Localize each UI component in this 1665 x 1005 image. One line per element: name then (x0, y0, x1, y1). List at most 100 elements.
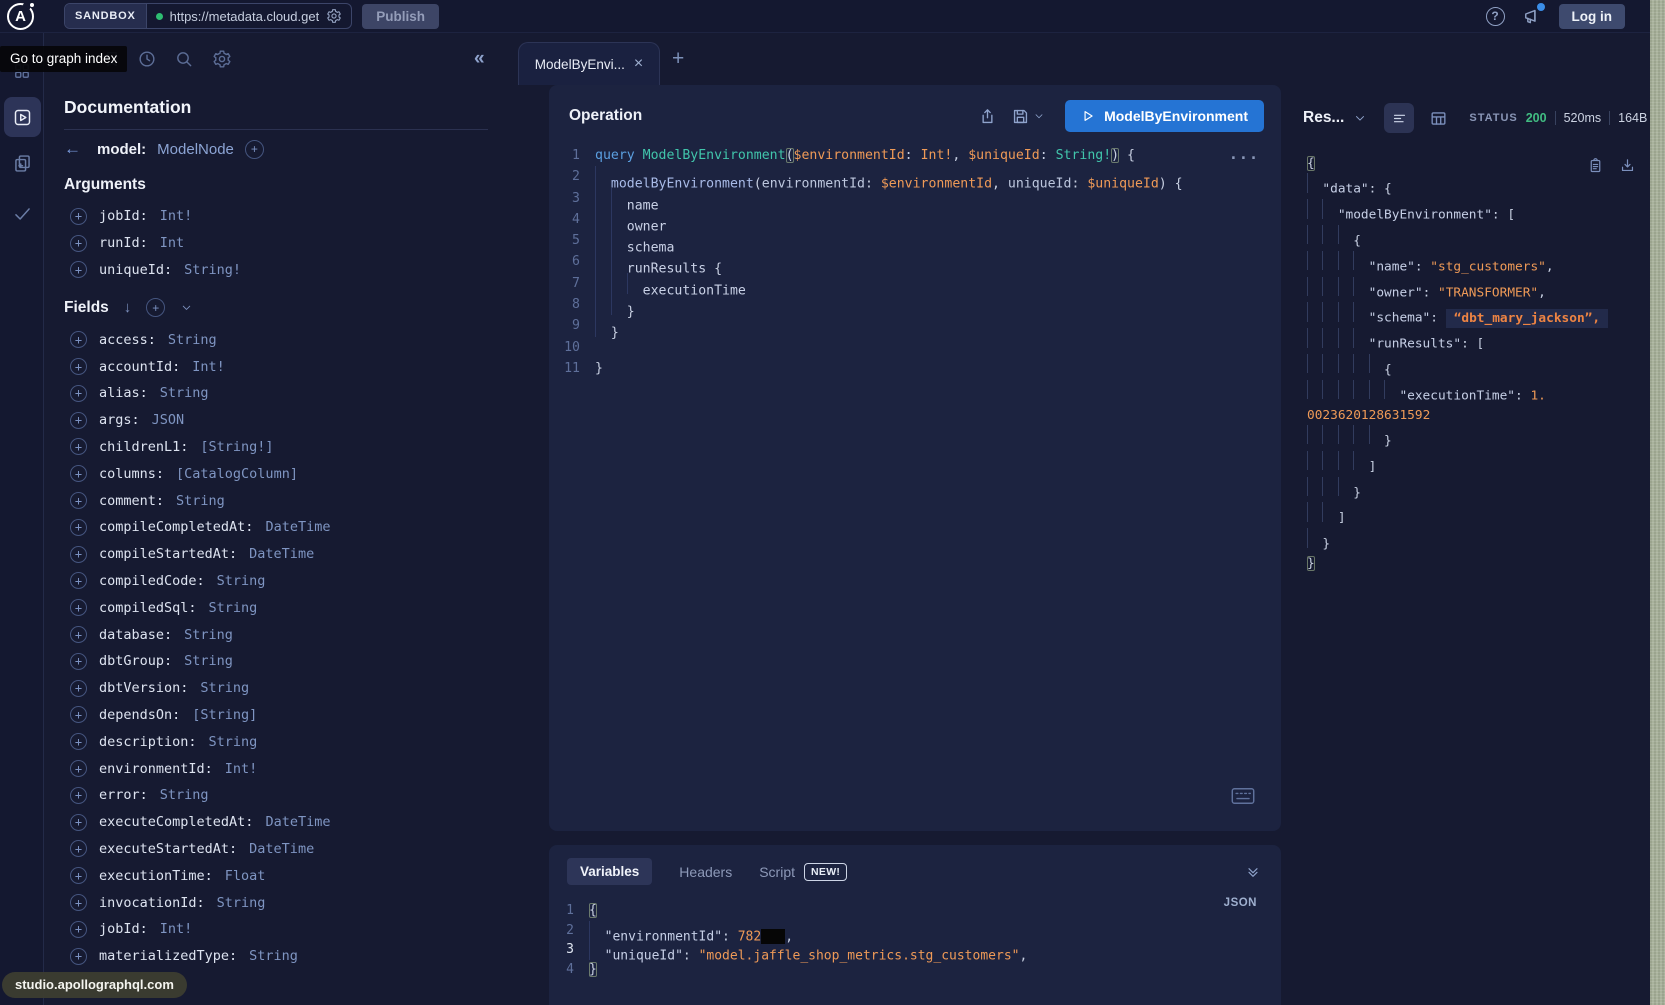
field-type[interactable]: String (217, 895, 266, 911)
field-name[interactable]: dbtGroup: (99, 653, 172, 669)
field-type[interactable]: String (184, 653, 233, 669)
field-type[interactable]: [String] (192, 707, 257, 723)
field-type[interactable]: DateTime (249, 546, 314, 562)
sort-down-icon[interactable]: ↓ (124, 299, 132, 316)
collapse-panel-icon[interactable]: « (474, 48, 485, 70)
field-type[interactable]: Int! (192, 359, 225, 375)
share-icon[interactable] (978, 107, 997, 126)
add-field-button[interactable]: + (70, 492, 87, 509)
tab-close-icon[interactable]: × (634, 55, 643, 73)
field-type[interactable]: [String!] (200, 439, 273, 455)
field-type[interactable]: String (209, 600, 258, 616)
field-name[interactable]: executionTime: (99, 868, 213, 884)
field-name[interactable]: executeStartedAt: (99, 841, 237, 857)
add-field-button[interactable]: + (70, 599, 87, 616)
add-field-button[interactable]: + (70, 680, 87, 697)
field-name[interactable]: jobId: (99, 208, 148, 224)
add-field-button[interactable]: + (70, 733, 87, 750)
history-clock-icon[interactable] (137, 49, 157, 69)
variables-editor[interactable]: 1{2"environmentId": 782,3"uniqueId": "mo… (549, 901, 1281, 979)
field-type[interactable]: Int (160, 235, 184, 251)
add-field-button[interactable]: + (70, 438, 87, 455)
tab-script-group[interactable]: Script NEW! (759, 863, 847, 881)
field-name[interactable]: executeCompletedAt: (99, 814, 253, 830)
field-name[interactable]: compileCompletedAt: (99, 519, 253, 535)
run-operation-button[interactable]: ModelByEnvironment (1065, 100, 1264, 132)
settings-gear-icon[interactable] (212, 49, 232, 69)
add-field-button[interactable]: + (70, 358, 87, 375)
login-button[interactable]: Log in (1559, 4, 1626, 29)
add-field-button[interactable]: + (70, 921, 87, 938)
field-type[interactable]: DateTime (265, 519, 330, 535)
tab-modelbyenvironment[interactable]: ModelByEnvi... × (518, 42, 660, 85)
kebab-menu-icon[interactable]: ··· (1229, 149, 1259, 167)
add-field-button[interactable]: + (70, 208, 87, 225)
tab-headers[interactable]: Headers (679, 864, 732, 880)
endpoint-settings-gear-icon[interactable] (326, 8, 342, 24)
field-type[interactable]: String (176, 493, 225, 509)
field-type[interactable]: String (184, 627, 233, 643)
add-field-button[interactable]: + (70, 412, 87, 429)
field-type[interactable]: String (200, 680, 249, 696)
field-name[interactable]: error: (99, 787, 148, 803)
field-name[interactable]: access: (99, 332, 156, 348)
field-type[interactable]: [CatalogColumn] (176, 466, 298, 482)
add-field-button[interactable]: + (70, 572, 87, 589)
announcements-megaphone-icon[interactable] (1522, 6, 1542, 26)
tab-variables[interactable]: Variables (567, 858, 652, 885)
field-type[interactable]: Int! (160, 921, 193, 937)
add-field-button[interactable]: + (70, 840, 87, 857)
chevron-down-icon[interactable] (180, 301, 193, 314)
add-field-button[interactable]: + (70, 706, 87, 723)
format-table-view-icon[interactable] (1429, 109, 1448, 128)
response-title[interactable]: Res... (1303, 109, 1344, 127)
endpoint-url[interactable]: https://metadata.cloud.get (170, 9, 320, 24)
sidebar-item-schema[interactable] (12, 153, 33, 174)
field-type[interactable]: String (209, 734, 258, 750)
collapse-bottom-panel-icon[interactable] (1245, 864, 1261, 880)
publish-button[interactable]: Publish (362, 4, 439, 29)
field-type[interactable]: String (217, 573, 266, 589)
sidebar-item-explorer[interactable] (4, 97, 41, 137)
back-arrow-icon[interactable]: ← (64, 139, 86, 159)
add-field-button[interactable]: + (70, 546, 87, 563)
add-field-button[interactable]: + (70, 787, 87, 804)
add-field-button[interactable]: + (70, 331, 87, 348)
endpoint-input[interactable]: https://metadata.cloud.get (147, 4, 352, 28)
field-name[interactable]: database: (99, 627, 172, 643)
add-field-button[interactable]: + (70, 519, 87, 536)
add-field-button[interactable]: + (70, 235, 87, 252)
add-field-button[interactable]: + (70, 465, 87, 482)
field-type[interactable]: DateTime (265, 814, 330, 830)
field-name[interactable]: alias: (99, 385, 148, 401)
add-field-button[interactable]: + (70, 385, 87, 402)
new-tab-button[interactable]: + (672, 47, 684, 71)
field-name[interactable]: description: (99, 734, 197, 750)
download-icon[interactable] (1619, 157, 1636, 174)
field-type[interactable]: DateTime (249, 841, 314, 857)
add-field-button[interactable]: + (70, 814, 87, 831)
field-type[interactable]: JSON (152, 412, 185, 428)
field-type[interactable]: Int! (160, 208, 193, 224)
field-name[interactable]: materializedType: (99, 948, 237, 964)
field-name[interactable]: compileStartedAt: (99, 546, 237, 562)
operation-editor[interactable]: ··· 1query ModelByEnvironment($environme… (549, 145, 1281, 379)
response-dropdown-chevron-icon[interactable] (1353, 111, 1367, 125)
field-type[interactable]: Int! (225, 761, 258, 777)
add-field-button[interactable]: + (70, 760, 87, 777)
tab-script[interactable]: Script (759, 864, 795, 880)
field-type[interactable]: String! (184, 262, 241, 278)
apollo-logo[interactable]: A (7, 3, 34, 30)
field-name[interactable]: jobId: (99, 921, 148, 937)
doc-type-name[interactable]: ModelNode (157, 141, 234, 158)
add-field-button[interactable]: + (70, 948, 87, 965)
save-dropdown-chevron-icon[interactable] (1033, 110, 1045, 122)
help-icon[interactable]: ? (1486, 7, 1505, 26)
field-type[interactable]: String (160, 385, 209, 401)
field-type[interactable]: Float (225, 868, 266, 884)
field-name[interactable]: dependsOn: (99, 707, 180, 723)
field-name[interactable]: accountId: (99, 359, 180, 375)
add-fields-button[interactable]: + (146, 298, 165, 317)
search-icon[interactable] (174, 49, 194, 69)
field-type[interactable]: String (249, 948, 298, 964)
